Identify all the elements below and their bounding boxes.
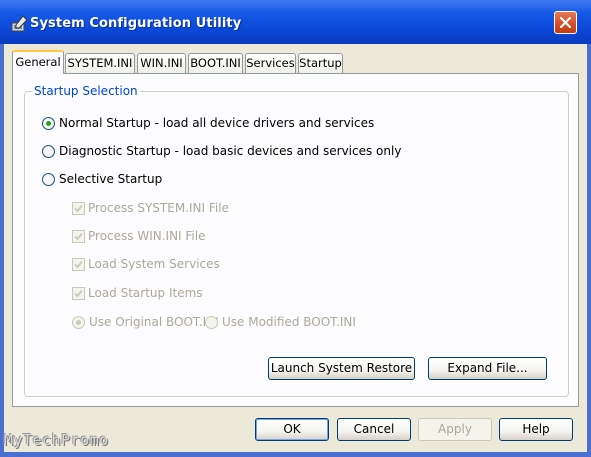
cancel-button[interactable]: Cancel bbox=[337, 418, 411, 441]
process-system-ini-checkbox[interactable] bbox=[72, 201, 85, 215]
window-title: System Configuration Utility bbox=[30, 16, 242, 31]
process-win-ini-option[interactable]: Process WIN.INI File bbox=[72, 229, 205, 243]
close-button[interactable] bbox=[554, 11, 577, 34]
close-icon bbox=[560, 17, 571, 28]
title-bar[interactable]: System Configuration Utility bbox=[0, 0, 591, 44]
load-startup-items-checkbox[interactable] bbox=[72, 286, 85, 300]
checkmark-icon bbox=[74, 289, 83, 297]
load-system-services-label: Load System Services bbox=[88, 257, 220, 271]
load-system-services-option[interactable]: Load System Services bbox=[72, 257, 220, 271]
system-configuration-window: System Configuration Utility General SYS… bbox=[0, 0, 591, 457]
apply-button[interactable]: Apply bbox=[418, 418, 492, 441]
use-original-boot-ini-label: Use Original BOOT.INI bbox=[89, 315, 219, 329]
load-system-services-checkbox[interactable] bbox=[72, 257, 85, 271]
use-original-boot-ini-radio[interactable] bbox=[72, 315, 85, 329]
dialog-client-area: General SYSTEM.INI WIN.INI BOOT.INI Serv… bbox=[4, 44, 587, 452]
normal-startup-radio[interactable] bbox=[42, 116, 55, 130]
diagnostic-startup-radio[interactable] bbox=[42, 144, 55, 158]
checkmark-icon bbox=[74, 260, 83, 268]
startup-selection-legend: Startup Selection bbox=[32, 84, 140, 98]
process-system-ini-option[interactable]: Process SYSTEM.INI File bbox=[72, 201, 229, 215]
normal-startup-label: Normal Startup - load all device drivers… bbox=[59, 116, 375, 130]
use-modified-boot-ini-radio[interactable] bbox=[205, 315, 218, 329]
tab-boot-ini[interactable]: BOOT.INI bbox=[188, 53, 243, 73]
tab-system-ini[interactable]: SYSTEM.INI bbox=[65, 53, 135, 73]
process-win-ini-checkbox[interactable] bbox=[72, 229, 85, 243]
diagnostic-startup-option[interactable]: Diagnostic Startup - load basic devices … bbox=[42, 144, 401, 158]
startup-selection-group bbox=[24, 91, 569, 397]
process-win-ini-label: Process WIN.INI File bbox=[88, 229, 206, 243]
tab-win-ini[interactable]: WIN.INI bbox=[137, 53, 186, 73]
launch-system-restore-button[interactable]: Launch System Restore bbox=[268, 357, 415, 380]
checkmark-icon bbox=[74, 232, 83, 240]
checkmark-icon bbox=[74, 204, 83, 212]
use-modified-boot-ini-label: Use Modified BOOT.INI bbox=[222, 315, 356, 329]
load-startup-items-label: Load Startup Items bbox=[88, 286, 203, 300]
use-original-boot-ini-option[interactable]: Use Original BOOT.INI bbox=[72, 315, 219, 329]
ok-button[interactable]: OK bbox=[255, 418, 329, 441]
load-startup-items-option[interactable]: Load Startup Items bbox=[72, 286, 203, 300]
diagnostic-startup-label: Diagnostic Startup - load basic devices … bbox=[59, 144, 402, 158]
normal-startup-option[interactable]: Normal Startup - load all device drivers… bbox=[42, 116, 374, 130]
selective-startup-radio[interactable] bbox=[42, 172, 55, 186]
tab-services[interactable]: Services bbox=[245, 53, 296, 73]
help-button[interactable]: Help bbox=[499, 418, 573, 441]
system-config-icon bbox=[9, 14, 29, 34]
expand-file-button[interactable]: Expand File... bbox=[428, 357, 547, 380]
selective-startup-option[interactable]: Selective Startup bbox=[42, 172, 162, 186]
tab-startup[interactable]: Startup bbox=[298, 53, 343, 73]
general-tab-panel: Startup Selection Normal Startup - load … bbox=[12, 73, 579, 407]
use-modified-boot-ini-option[interactable]: Use Modified BOOT.INI bbox=[205, 315, 356, 329]
tab-general[interactable]: General bbox=[12, 50, 64, 74]
selective-startup-label: Selective Startup bbox=[59, 172, 163, 186]
process-system-ini-label: Process SYSTEM.INI File bbox=[88, 201, 229, 215]
watermark-text: MyTechPromo bbox=[4, 431, 109, 449]
